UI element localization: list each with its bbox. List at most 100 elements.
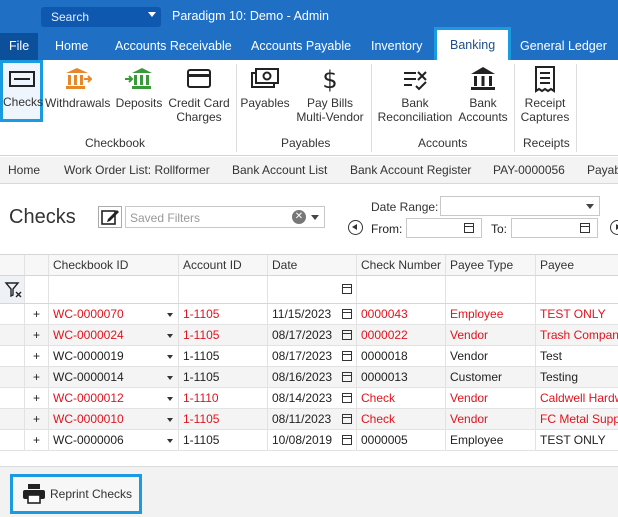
bank-accounts-button[interactable]: Bank Accounts xyxy=(456,64,510,124)
expand-row-icon[interactable]: + xyxy=(25,388,49,408)
table-row[interactable]: + WC-0000014 1-1105 08/16/2023 0000013 Custom… xyxy=(0,367,618,388)
cell-check[interactable]: 0000022 xyxy=(357,325,446,345)
chevron-down-icon[interactable] xyxy=(167,313,173,317)
checks-button[interactable]: Checks xyxy=(0,60,43,122)
chevron-down-icon[interactable] xyxy=(167,355,173,359)
cell-payee[interactable]: Caldwell Hardw xyxy=(536,388,618,408)
cell-account[interactable]: 1-1105 xyxy=(179,367,268,387)
date-range-select[interactable] xyxy=(440,196,600,216)
cell-check[interactable]: 0000043 xyxy=(357,304,446,324)
saved-filters-select[interactable]: Saved Filters ✕ xyxy=(125,206,325,228)
withdrawals-button[interactable]: Withdrawals xyxy=(45,64,110,110)
expand-row-icon[interactable]: + xyxy=(25,367,49,387)
tab-bank-account-register[interactable]: Bank Account Register xyxy=(350,157,471,184)
calendar-icon[interactable] xyxy=(342,309,352,319)
menu-file[interactable]: File xyxy=(0,33,39,60)
chevron-down-icon[interactable] xyxy=(586,204,594,209)
cell-date[interactable]: 08/14/2023 xyxy=(268,388,357,408)
menu-inventory[interactable]: Inventory xyxy=(371,33,422,60)
reprint-checks-button[interactable]: Reprint Checks xyxy=(10,474,142,514)
search-dropdown-icon[interactable] xyxy=(148,12,156,17)
column-payee-type[interactable]: Payee Type xyxy=(446,255,536,275)
cell-account[interactable]: 1-1105 xyxy=(179,409,268,429)
cell-checkbook[interactable]: WC-0000070 xyxy=(49,304,179,324)
menu-banking[interactable]: Banking xyxy=(434,27,512,60)
calendar-icon[interactable] xyxy=(342,284,352,294)
expand-row-icon[interactable]: + xyxy=(25,304,49,324)
edit-filters-button[interactable] xyxy=(98,206,122,228)
expand-row-icon[interactable]: + xyxy=(25,409,49,429)
cell-payee-type[interactable]: Vendor xyxy=(446,388,536,408)
cell-date[interactable]: 08/11/2023 xyxy=(268,409,357,429)
calendar-icon[interactable] xyxy=(342,372,352,382)
tab-work-order-list[interactable]: Work Order List: Rollformer xyxy=(64,157,210,184)
column-payee[interactable]: Payee xyxy=(536,255,618,275)
calendar-icon[interactable] xyxy=(580,223,590,233)
column-checkbook-id[interactable]: Checkbook ID xyxy=(49,255,179,275)
calendar-icon[interactable] xyxy=(464,223,474,233)
tab-bank-account-list[interactable]: Bank Account List xyxy=(232,157,327,184)
table-row[interactable]: + WC-0000010 1-1105 08/11/2023 Check Vendor FC… xyxy=(0,409,618,430)
table-row[interactable]: + WC-0000024 1-1105 08/17/2023 0000022 Vendor… xyxy=(0,325,618,346)
deposits-button[interactable]: Deposits xyxy=(113,64,165,110)
tab-pay-0000056[interactable]: PAY-0000056 xyxy=(493,157,565,184)
cell-account[interactable]: 1-1105 xyxy=(179,325,268,345)
cell-payee-type[interactable]: Vendor xyxy=(446,346,536,366)
table-row[interactable]: + WC-0000012 1-1110 08/14/2023 Check Vendor Ca… xyxy=(0,388,618,409)
menu-accounts-payable[interactable]: Accounts Payable xyxy=(251,33,351,60)
table-row[interactable]: + WC-0000006 1-1105 10/08/2019 0000005 Employ… xyxy=(0,430,618,451)
menu-accounts-receivable[interactable]: Accounts Receivable xyxy=(115,33,232,60)
chevron-down-icon[interactable] xyxy=(167,334,173,338)
chevron-down-icon[interactable] xyxy=(167,439,173,443)
cell-check[interactable]: 0000018 xyxy=(357,346,446,366)
cell-payee[interactable]: Test xyxy=(536,346,618,366)
bank-reconciliation-button[interactable]: Bank Reconciliation xyxy=(376,64,454,124)
cell-check[interactable]: 0000013 xyxy=(357,367,446,387)
column-account-id[interactable]: Account ID xyxy=(179,255,268,275)
column-date[interactable]: Date xyxy=(268,255,357,275)
cell-payee[interactable]: FC Metal Supp xyxy=(536,409,618,429)
pay-bills-button[interactable]: $ Pay Bills Multi-Vendor xyxy=(293,64,367,124)
cell-payee-type[interactable]: Employee xyxy=(446,430,536,450)
cell-check[interactable]: 0000005 xyxy=(357,430,446,450)
menu-home[interactable]: Home xyxy=(55,33,88,60)
cell-checkbook[interactable]: WC-0000006 xyxy=(49,430,179,450)
cell-check[interactable]: Check xyxy=(357,409,446,429)
cell-date[interactable]: 08/17/2023 xyxy=(268,346,357,366)
calendar-icon[interactable] xyxy=(342,330,352,340)
filter-check-number[interactable] xyxy=(357,276,446,303)
previous-period-icon[interactable] xyxy=(348,220,363,235)
calendar-icon[interactable] xyxy=(342,435,352,445)
credit-card-charges-button[interactable]: Credit Card Charges xyxy=(167,64,231,124)
cell-payee[interactable]: TEST ONLY xyxy=(536,430,618,450)
filter-payee-type[interactable] xyxy=(446,276,536,303)
calendar-icon[interactable] xyxy=(342,414,352,424)
cell-payee-type[interactable]: Vendor xyxy=(446,409,536,429)
chevron-down-icon[interactable] xyxy=(311,215,319,220)
cell-checkbook[interactable]: WC-0000024 xyxy=(49,325,179,345)
cell-account[interactable]: 1-1110 xyxy=(179,388,268,408)
payables-button[interactable]: Payables xyxy=(240,64,290,110)
cell-checkbook[interactable]: WC-0000014 xyxy=(49,367,179,387)
cell-payee-type[interactable]: Vendor xyxy=(446,325,536,345)
cell-account[interactable]: 1-1105 xyxy=(179,304,268,324)
tab-payables[interactable]: Payab xyxy=(587,157,618,184)
filter-checkbook-id[interactable] xyxy=(49,276,179,303)
receipt-captures-button[interactable]: Receipt Captures xyxy=(518,64,572,124)
cell-account[interactable]: 1-1105 xyxy=(179,430,268,450)
cell-payee[interactable]: TEST ONLY xyxy=(536,304,618,324)
filter-payee[interactable] xyxy=(536,276,618,303)
calendar-icon[interactable] xyxy=(342,393,352,403)
expand-row-icon[interactable]: + xyxy=(25,325,49,345)
cell-date[interactable]: 10/08/2019 xyxy=(268,430,357,450)
chevron-down-icon[interactable] xyxy=(167,376,173,380)
cell-checkbook[interactable]: WC-0000012 xyxy=(49,388,179,408)
cell-date[interactable]: 08/17/2023 xyxy=(268,325,357,345)
expand-row-icon[interactable]: + xyxy=(25,346,49,366)
chevron-down-icon[interactable] xyxy=(167,418,173,422)
cell-payee[interactable]: Trash Company xyxy=(536,325,618,345)
cell-checkbook[interactable]: WC-0000010 xyxy=(49,409,179,429)
cell-account[interactable]: 1-1105 xyxy=(179,346,268,366)
cell-checkbook[interactable]: WC-0000019 xyxy=(49,346,179,366)
clear-filter-button[interactable] xyxy=(0,276,25,303)
